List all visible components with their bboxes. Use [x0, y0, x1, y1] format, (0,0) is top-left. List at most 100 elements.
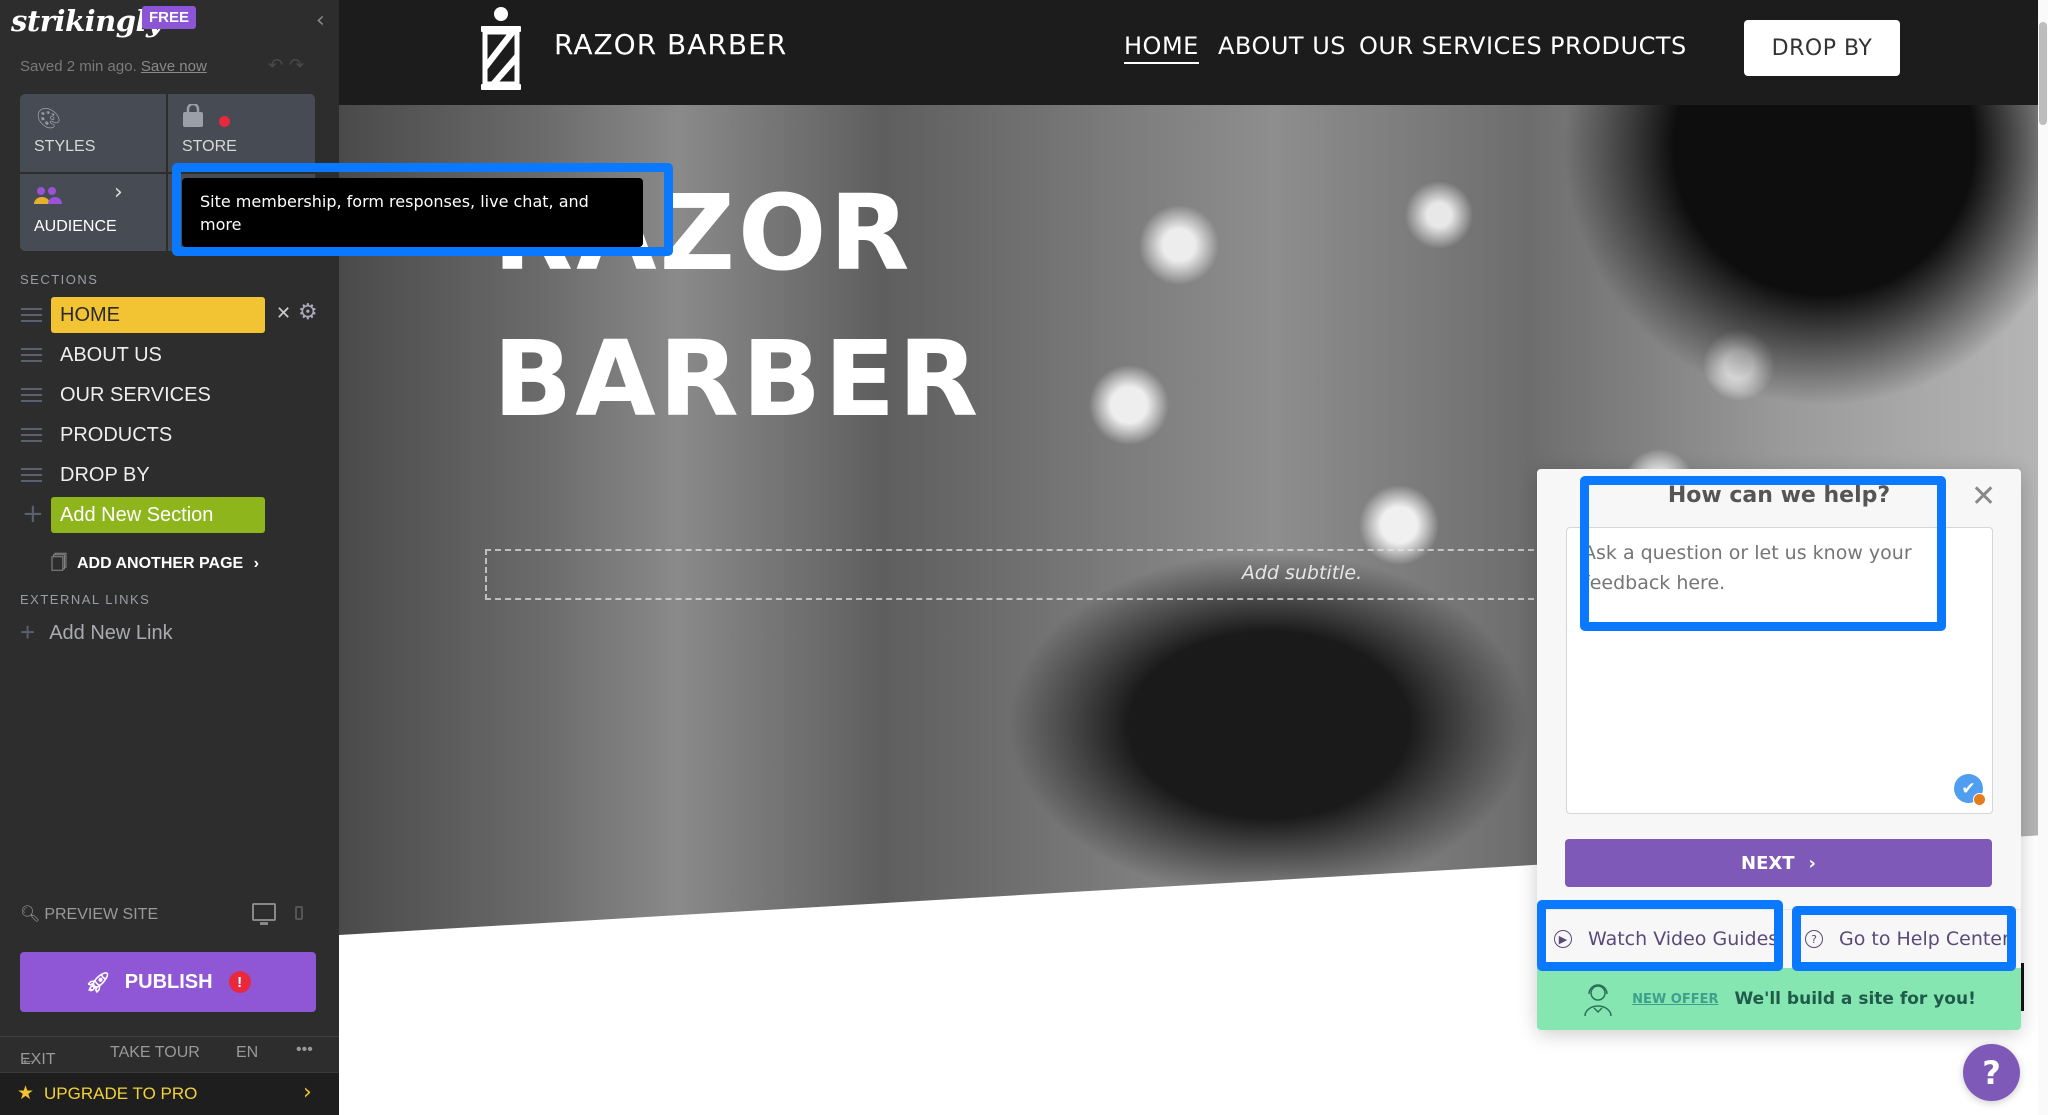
- help-question-input[interactable]: [1566, 527, 1993, 814]
- redo-icon[interactable]: ↷: [289, 55, 310, 76]
- add-new-link-button[interactable]: + Add New Link: [20, 617, 173, 648]
- upgrade-label: UPGRADE TO PRO: [44, 1084, 198, 1103]
- editor-sidebar: strikingly FREE ‹ Saved 2 min ago. Save …: [0, 0, 339, 1115]
- delete-section-icon[interactable]: ✕: [276, 303, 291, 324]
- add-link-label: Add New Link: [49, 622, 173, 644]
- scrollbar[interactable]: [2038, 0, 2048, 1115]
- grammar-check-icon[interactable]: ✔: [1954, 774, 1986, 806]
- styles-tile[interactable]: 🎨︎ STYLES: [20, 94, 166, 172]
- nav-about-us[interactable]: ABOUT US: [1218, 32, 1346, 60]
- section-label[interactable]: ABOUT US: [51, 337, 265, 373]
- sidebar-footer: ← EXIT TAKE TOUR EN •••: [0, 1036, 339, 1071]
- add-another-page-button[interactable]: 🗍︎ ADD ANOTHER PAGE ›: [51, 552, 259, 579]
- audience-tooltip: Site membership, form responses, live ch…: [182, 178, 643, 247]
- exit-label: EXIT: [20, 1051, 56, 1068]
- nav-products[interactable]: PRODUCTS: [1550, 32, 1687, 60]
- preview-label: PREVIEW SITE: [44, 906, 159, 923]
- close-icon[interactable]: ✕: [1971, 479, 1996, 514]
- section-item-about-us[interactable]: ABOUT US: [20, 337, 320, 373]
- store-label: STORE: [182, 138, 237, 155]
- hero-title-line-2: BARBER: [493, 318, 982, 440]
- chevron-right-icon: ›: [253, 555, 259, 572]
- site-brand[interactable]: RAZOR BARBER: [554, 28, 787, 61]
- watch-video-guides-button[interactable]: ▶ Watch Video Guides: [1554, 910, 1778, 968]
- plan-badge: FREE: [142, 6, 197, 29]
- warning-icon: !: [228, 971, 251, 993]
- add-page-label: ADD ANOTHER PAGE: [76, 555, 244, 572]
- scrollbar-thumb[interactable]: [2039, 22, 2047, 125]
- drag-handle-icon[interactable]: [21, 468, 42, 482]
- hidden-panel-edge: [2021, 963, 2024, 1011]
- pages-icon: 🗍︎: [51, 555, 67, 572]
- plus-icon: +: [20, 617, 36, 647]
- drag-handle-icon[interactable]: [21, 428, 42, 442]
- language-button[interactable]: EN: [236, 1044, 258, 1062]
- chevron-right-icon: ›: [114, 180, 123, 205]
- new-offer-banner[interactable]: NEW OFFER We'll build a site for you!: [1537, 968, 2021, 1030]
- help-fab-button[interactable]: ?: [1963, 1044, 2020, 1101]
- preview-site-button[interactable]: 🔍︎ PREVIEW SITE: [20, 904, 158, 924]
- add-section-label[interactable]: Add New Section: [51, 497, 265, 533]
- nav-our-services[interactable]: OUR SERVICES: [1359, 32, 1542, 60]
- publish-label: PUBLISH: [124, 970, 213, 993]
- external-links-heading: EXTERNAL LINKS: [20, 592, 151, 607]
- drag-handle-icon[interactable]: [21, 348, 42, 362]
- save-now-link[interactable]: Save now: [141, 58, 207, 75]
- drag-handle-icon[interactable]: [21, 308, 42, 322]
- drop-by-button[interactable]: DROP BY: [1744, 20, 1900, 76]
- section-item-drop-by[interactable]: DROP BY: [20, 457, 320, 493]
- nav-home[interactable]: HOME: [1124, 32, 1199, 64]
- notification-dot: [219, 116, 230, 127]
- audience-label: AUDIENCE: [34, 218, 117, 235]
- strikingly-logo: strikingly: [11, 4, 163, 38]
- new-offer-link[interactable]: NEW OFFER: [1632, 992, 1718, 1007]
- desktop-view-icon[interactable]: [252, 903, 276, 925]
- help-center-label: Go to Help Center: [1839, 928, 2010, 950]
- barber-pole-logo: [481, 7, 521, 90]
- section-label[interactable]: DROP BY: [51, 457, 265, 493]
- next-button[interactable]: NEXT ›: [1565, 839, 1992, 887]
- question-circle-icon: ?: [1805, 930, 1823, 948]
- help-center-button[interactable]: ? Go to Help Center: [1805, 910, 2010, 968]
- support-agent-icon: [1584, 984, 1612, 1017]
- chevron-right-icon: ›: [1808, 852, 1816, 874]
- more-options-icon[interactable]: •••: [296, 1041, 313, 1059]
- add-new-section-button[interactable]: + Add New Section: [20, 497, 320, 533]
- sections-heading: SECTIONS: [20, 272, 99, 287]
- site-header: RAZOR BARBER HOME ABOUT US OUR SERVICES …: [339, 0, 2038, 105]
- rocket-icon: 🚀︎: [85, 971, 111, 994]
- audience-tile[interactable]: › AUDIENCE: [20, 174, 166, 251]
- section-item-products[interactable]: PRODUCTS: [20, 417, 320, 453]
- shopping-bag-icon: [182, 102, 204, 133]
- next-label: NEXT: [1741, 852, 1795, 874]
- offer-message: We'll build a site for you!: [1734, 989, 1976, 1009]
- gear-icon[interactable]: ⚙: [298, 300, 318, 325]
- drag-handle-icon[interactable]: [21, 388, 42, 402]
- saved-text: Saved 2 min ago.: [20, 58, 137, 75]
- collapse-sidebar-icon[interactable]: ‹: [316, 8, 325, 33]
- section-label[interactable]: PRODUCTS: [51, 417, 265, 453]
- watch-video-label: Watch Video Guides: [1588, 928, 1779, 950]
- chevron-right-icon: ›: [303, 1080, 312, 1105]
- section-item-our-services[interactable]: OUR SERVICES: [20, 377, 320, 413]
- star-icon: ★: [17, 1082, 35, 1104]
- save-status: Saved 2 min ago. Save now: [20, 58, 207, 75]
- section-label[interactable]: OUR SERVICES: [51, 377, 265, 413]
- help-widget: How can we help? ✕ ✔ NEXT › ▶ Watch Vide…: [1537, 469, 2021, 1030]
- mobile-view-icon[interactable]: [295, 906, 303, 920]
- take-tour-button[interactable]: TAKE TOUR: [110, 1044, 200, 1062]
- section-item-home[interactable]: HOME ✕ ⚙: [20, 297, 320, 333]
- styles-label: STYLES: [34, 138, 96, 155]
- people-icon: [34, 186, 62, 211]
- undo-icon[interactable]: ↶: [268, 55, 289, 76]
- play-icon: ▶: [1554, 930, 1572, 948]
- undo-redo: ↶↷: [268, 55, 310, 76]
- upgrade-to-pro-button[interactable]: ★ UPGRADE TO PRO ›: [0, 1072, 339, 1115]
- publish-button[interactable]: 🚀︎ PUBLISH !: [20, 952, 316, 1012]
- store-tile[interactable]: STORE: [168, 94, 315, 172]
- palette-icon: 🎨︎: [36, 106, 62, 130]
- search-icon: 🔍︎: [20, 906, 41, 923]
- help-title: How can we help?: [1667, 483, 1891, 508]
- plus-icon: +: [22, 499, 44, 529]
- section-label[interactable]: HOME: [51, 297, 265, 333]
